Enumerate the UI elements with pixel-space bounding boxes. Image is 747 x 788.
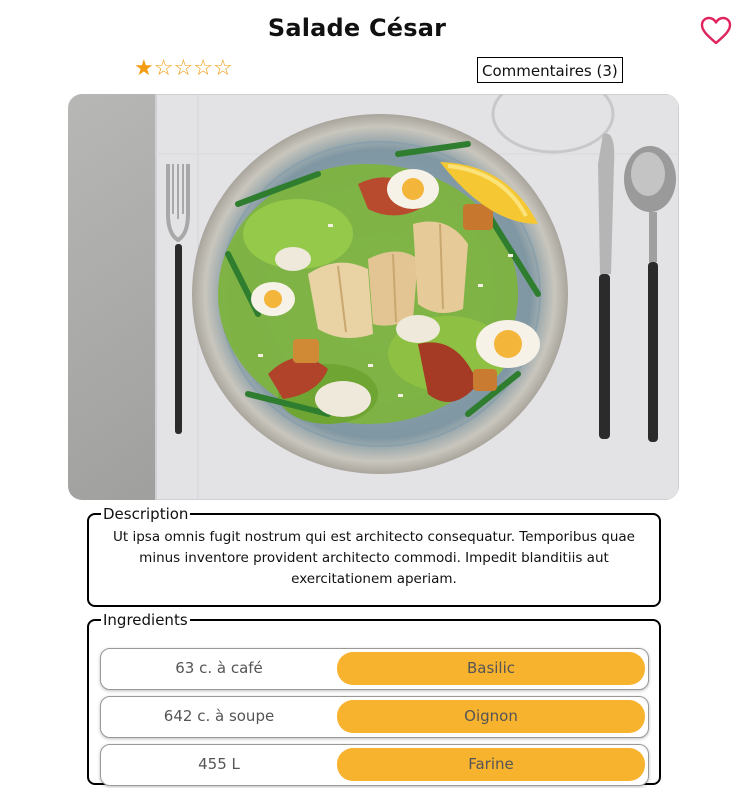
ingredient-quantity: 63 c. à café	[175, 659, 263, 677]
favorite-button[interactable]	[700, 16, 732, 46]
star-outline-icon[interactable]: ☆	[213, 58, 233, 80]
recipe-title: Salade César	[267, 14, 447, 42]
description-section: Description Ut ipsa omnis fugit nostrum …	[87, 505, 661, 607]
ingredient-row: 642 c. à soupe Oignon	[100, 696, 649, 738]
star-outline-icon[interactable]: ☆	[173, 58, 193, 80]
heart-outline-icon	[700, 16, 732, 45]
star-outline-icon[interactable]: ☆	[193, 58, 213, 80]
recipe-photo	[68, 94, 679, 500]
ingredient-row: 63 c. à café Basilic	[100, 648, 649, 690]
ingredient-name: Oignon	[337, 700, 645, 733]
description-legend: Description	[103, 505, 189, 523]
ingredient-row: 455 L Farine	[100, 744, 649, 786]
ingredient-quantity: 642 c. à soupe	[163, 707, 275, 725]
ingredients-section: Ingredients 63 c. à café Basilic 642 c. …	[87, 611, 661, 786]
description-text: Ut ipsa omnis fugit nostrum qui est arch…	[113, 529, 635, 587]
ingredient-quantity: 455 L	[198, 755, 240, 773]
star-filled-icon[interactable]: ★	[134, 58, 154, 80]
star-outline-icon[interactable]: ☆	[154, 58, 174, 80]
ingredient-name: Basilic	[337, 652, 645, 685]
comments-button[interactable]: Commentaires (3)	[477, 57, 623, 83]
ingredient-name: Farine	[337, 748, 645, 781]
ingredients-legend: Ingredients	[103, 611, 188, 629]
star-rating[interactable]: ★☆☆☆☆	[134, 58, 233, 80]
